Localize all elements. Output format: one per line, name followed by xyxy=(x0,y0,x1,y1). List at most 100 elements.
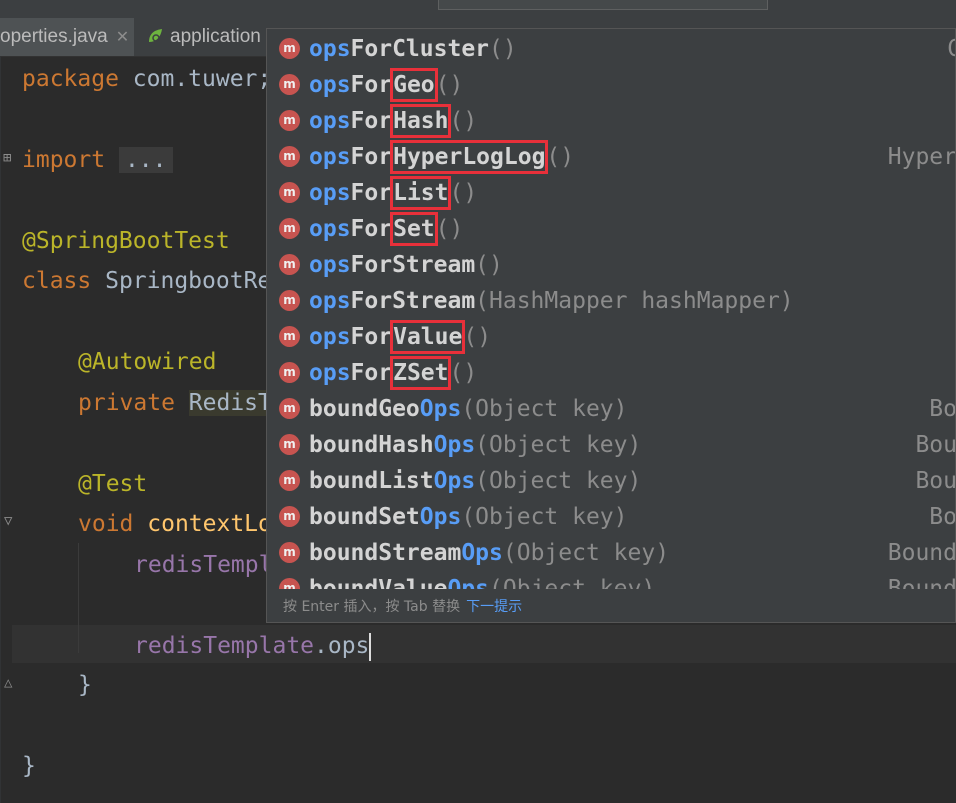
fold-marker-icon[interactable]: △ xyxy=(4,675,12,691)
completion-item[interactable]: m opsForValue() xyxy=(267,319,955,355)
parameter-list: () xyxy=(435,72,464,98)
indent-guide xyxy=(78,543,79,653)
completion-item[interactable]: m boundHashOps(Object key) Bou xyxy=(267,427,956,463)
parameter-list: () xyxy=(449,360,478,386)
completion-item-name: opsForStream(HashMapper hashMapper) xyxy=(309,283,794,319)
completion-item[interactable]: m opsForHash() xyxy=(267,103,955,139)
code-line-autowired[interactable]: @Autowired xyxy=(78,342,216,382)
parameter-list: (Object key) xyxy=(502,540,670,566)
highlighted-suffix: HyperLogLog xyxy=(390,140,549,174)
return-type: Hyper xyxy=(887,144,956,170)
match-prefix: ops xyxy=(309,360,351,386)
parameter-list: () xyxy=(435,216,464,242)
keyword: class xyxy=(22,268,92,294)
fold-expand-icon[interactable]: ⊞ xyxy=(3,150,11,166)
match-prefix: ops xyxy=(309,216,351,242)
highlighted-suffix: ZSet xyxy=(390,356,452,390)
return-type: Bou xyxy=(915,468,956,494)
completion-item-name: opsForSet() xyxy=(309,211,463,247)
return-type: Bou xyxy=(915,432,956,458)
code-completion-popup[interactable]: mopsForCluster()CmopsForGeo()mopsForHash… xyxy=(266,28,956,623)
method-name-part: boundHash xyxy=(309,432,434,458)
method-icon: m xyxy=(279,434,300,455)
method-icon: m xyxy=(279,218,300,239)
fold-marker-icon[interactable]: ▽ xyxy=(4,513,12,529)
keyword: import xyxy=(22,147,106,173)
code-line-class[interactable]: class SpringbootRe xyxy=(22,261,271,301)
parameter-list: (Object key) xyxy=(489,576,656,589)
method-icon: m xyxy=(279,506,300,527)
tab-application[interactable]: application xyxy=(146,18,276,56)
match-prefix: ops xyxy=(309,72,351,98)
folded-imports[interactable]: ... xyxy=(118,147,173,173)
gutter xyxy=(0,56,1,803)
run-config-selector[interactable] xyxy=(438,0,768,10)
parameter-list: () xyxy=(475,252,503,278)
completion-item[interactable]: m opsForZSet() xyxy=(267,355,955,391)
code-line-package[interactable]: package com.tuwer; xyxy=(22,59,271,99)
method-icon: m xyxy=(279,578,300,589)
type-name: RedisT xyxy=(188,390,272,416)
completion-item[interactable]: m boundValueOps(Object key) Bound xyxy=(267,571,956,589)
parameter-list: (Object key) xyxy=(461,396,628,422)
package-name: com.tuwer; xyxy=(118,66,272,92)
completion-item[interactable]: m boundGeoOps(Object key) Bo xyxy=(267,391,956,427)
code-line-import[interactable]: import ... xyxy=(22,140,173,180)
method-name-part: For xyxy=(350,324,393,350)
completion-item[interactable]: m boundStreamOps(Object key) Bound xyxy=(267,535,956,571)
parameter-list: (HashMapper hashMapper) xyxy=(475,288,794,314)
completion-footer: 按 Enter 插入，按 Tab 替换 下一提示 xyxy=(267,591,955,622)
return-type: Bound xyxy=(887,576,956,589)
close-icon[interactable]: ✕ xyxy=(116,29,129,46)
method-name-part: boundSet xyxy=(309,504,420,530)
match-prefix: ops xyxy=(309,252,351,278)
completion-item-name: opsForHyperLogLog() xyxy=(309,139,574,175)
completion-item-name: boundHashOps(Object key) xyxy=(309,427,641,463)
code-line-method[interactable]: void contextLo xyxy=(78,504,272,544)
method-name-part: ForStream xyxy=(350,252,476,278)
method-icon: m xyxy=(279,146,300,167)
completion-item[interactable]: m opsForStream(HashMapper hashMapper) xyxy=(267,283,955,319)
next-tip-link[interactable]: 下一提示 xyxy=(466,599,522,615)
match-prefix: ops xyxy=(309,144,351,170)
completion-item[interactable]: m opsForHyperLogLog() Hyper xyxy=(267,139,956,175)
return-type: Bound xyxy=(887,540,956,566)
completion-item-name: boundListOps(Object key) xyxy=(309,463,641,499)
method-icon: m xyxy=(279,254,300,275)
title-strip xyxy=(0,0,956,18)
match-suffix: Ops xyxy=(433,468,476,494)
completion-item-name: opsForValue() xyxy=(309,319,491,355)
code-line-field[interactable]: private RedisT xyxy=(78,383,272,423)
highlighted-suffix: Geo xyxy=(390,68,438,102)
field-name: redisTemplate xyxy=(134,633,315,659)
highlighted-suffix: Hash xyxy=(390,104,452,138)
completion-item[interactable]: m boundSetOps(Object key) Bo xyxy=(267,499,955,535)
code-line-annotation[interactable]: @SpringBootTest xyxy=(22,221,230,261)
completion-item-name: boundSetOps(Object key) xyxy=(309,499,628,535)
code-line-current[interactable]: redisTemplate.ops xyxy=(134,626,372,666)
code-line-redis[interactable]: redisTempl xyxy=(134,545,272,585)
return-type: C xyxy=(947,31,955,67)
method-name-part: For xyxy=(350,216,393,242)
completion-list[interactable]: mopsForCluster()CmopsForGeo()mopsForHash… xyxy=(267,29,956,589)
completion-item[interactable]: m opsForList() xyxy=(267,175,955,211)
completion-item[interactable]: mopsForCluster()C xyxy=(267,31,955,67)
match-suffix: Ops xyxy=(419,396,462,422)
completion-item[interactable]: m opsForGeo() xyxy=(267,67,955,103)
parameter-list: () xyxy=(449,180,478,206)
keyword: private xyxy=(78,390,175,416)
return-type: Bo xyxy=(929,396,956,422)
match-suffix: Ops xyxy=(419,504,462,530)
completion-item[interactable]: m opsForStream() xyxy=(267,247,955,283)
method-name-part: For xyxy=(350,108,393,134)
tab-properties[interactable]: operties.java ✕ xyxy=(0,18,134,56)
method-icon: m xyxy=(279,110,300,131)
code-line-close-class: } xyxy=(22,753,36,779)
completion-item[interactable]: m opsForSet() xyxy=(267,211,955,247)
method-icon: m xyxy=(279,74,300,95)
code-line-test-annotation[interactable]: @Test xyxy=(78,464,147,504)
method-name-part: For xyxy=(350,144,393,170)
completion-item-name: opsForList() xyxy=(309,175,477,211)
completion-item[interactable]: m boundListOps(Object key) Bou xyxy=(267,463,956,499)
tab-label: application xyxy=(170,26,261,47)
